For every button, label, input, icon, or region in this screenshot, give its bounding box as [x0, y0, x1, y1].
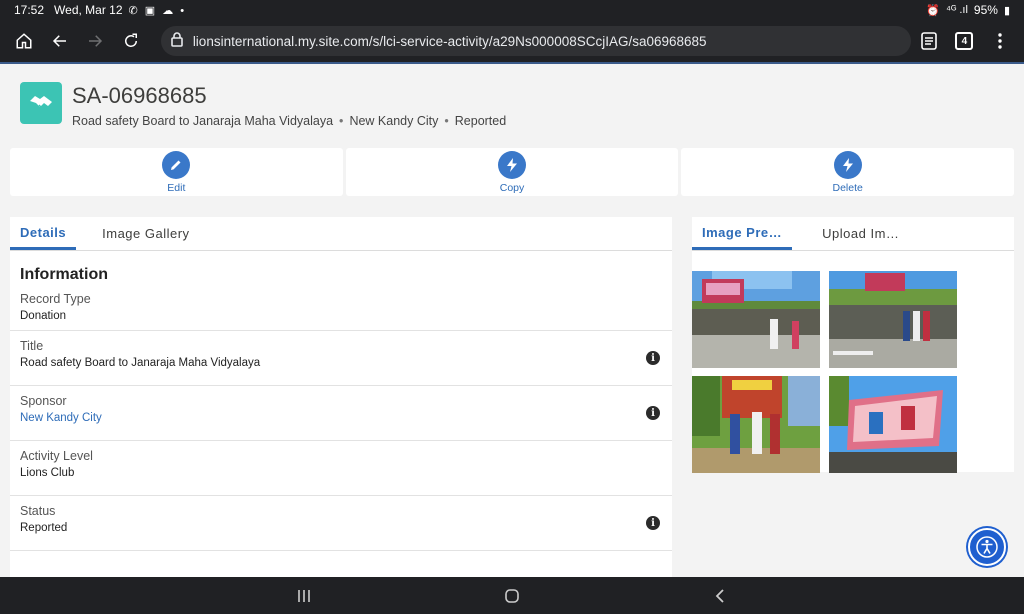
accessibility-button[interactable] [968, 528, 1006, 566]
url-text: lionsinternational.my.site.com/s/lci-ser… [192, 33, 707, 49]
action-bar: Edit Copy Delete [10, 148, 1015, 196]
info-icon[interactable]: i [646, 516, 660, 530]
field-value: Road safety Board to Janaraja Maha Vidya… [20, 357, 261, 369]
lock-icon [171, 32, 183, 50]
status-date: Wed, Mar 12 [54, 3, 123, 17]
tab-image-preview[interactable]: Image Pre… [692, 217, 793, 250]
delete-button[interactable]: Delete [681, 148, 1015, 196]
browser-toolbar: lionsinternational.my.site.com/s/lci-ser… [0, 20, 1024, 62]
field-label: Record Type [20, 292, 91, 306]
edit-button[interactable]: Edit [10, 148, 343, 196]
image-thumbnail[interactable] [692, 271, 820, 368]
back-icon[interactable] [42, 23, 78, 59]
record-subtitle-title: Road safety Board to Janaraja Maha Vidya… [72, 114, 334, 128]
image-thumbnail[interactable] [829, 376, 957, 473]
tab-switcher[interactable]: 4 [947, 23, 983, 59]
field-value: Lions Club [20, 467, 75, 479]
image-thumbnail[interactable] [692, 376, 820, 473]
notification-icons: ✆ ▣ ☁ • [128, 4, 187, 17]
lightning-icon [833, 150, 862, 179]
pencil-icon [162, 150, 191, 179]
lightning-icon [498, 150, 526, 179]
field-value: Reported [20, 522, 68, 534]
battery-level: 95% [973, 3, 998, 17]
record-header: SA-06968685 Road safety Board to Janaraj… [20, 82, 506, 128]
details-tabs: Details Image Gallery [10, 217, 672, 251]
separator-dot: • [339, 114, 344, 128]
sponsor-link[interactable]: New Kandy City [20, 412, 662, 424]
more-menu-icon[interactable] [982, 23, 1018, 59]
home-nav-icon[interactable] [492, 581, 532, 611]
recent-apps-icon[interactable] [284, 581, 324, 611]
alarm-icon: ⏰ [926, 4, 941, 17]
field-label: Status [20, 504, 56, 518]
tab-count: 4 [955, 32, 974, 50]
separator-dot: • [444, 114, 449, 128]
delete-label: Delete [832, 181, 863, 194]
record-subtitle-sponsor: New Kandy City [349, 114, 439, 128]
back-nav-icon[interactable] [700, 581, 740, 611]
home-icon[interactable] [6, 23, 42, 59]
edit-label: Edit [167, 181, 186, 194]
page-content: SA-06968685 Road safety Board to Janaraj… [0, 64, 1024, 577]
info-icon[interactable]: i [646, 351, 660, 365]
field-value: Donation [20, 310, 67, 322]
forward-icon[interactable] [77, 23, 113, 59]
tab-details[interactable]: Details [10, 217, 77, 250]
field-status: Status Reported i [10, 496, 672, 551]
field-label: Activity Level [20, 449, 93, 463]
record-title: SA-06968685 [72, 83, 207, 108]
section-title: Information [20, 266, 108, 283]
copy-button[interactable]: Copy [345, 148, 679, 196]
reader-mode-icon[interactable] [911, 23, 947, 59]
copy-label: Copy [499, 181, 525, 194]
field-activity-level: Activity Level Lions Club [10, 441, 672, 496]
android-nav-bar [0, 577, 1024, 614]
image-thumbnail[interactable] [829, 271, 957, 368]
record-subtitle: Road safety Board to Janaraja Maha Vidya… [72, 114, 506, 128]
info-icon[interactable]: i [646, 406, 660, 420]
field-label: Title [20, 339, 44, 353]
handshake-icon [20, 82, 62, 124]
image-panel: Image Pre… Upload Im… [692, 217, 1014, 473]
details-panel: Details Image Gallery Information Record… [10, 217, 672, 577]
field-sponsor: Sponsor New Kandy City i [10, 386, 672, 441]
field-title: Title Road safety Board to Janaraja Maha… [10, 331, 672, 386]
tab-image-gallery[interactable]: Image Gallery [92, 217, 199, 250]
address-bar[interactable]: lionsinternational.my.site.com/s/lci-ser… [160, 26, 911, 56]
accessibility-icon [976, 536, 998, 558]
status-bar: 17:52 Wed, Mar 12 ✆ ▣ ☁ • ⏰ ⁴ᴳ .ıl 95% ▮ [0, 0, 1024, 20]
field-record-type: Record Type Donation [10, 290, 672, 331]
image-tabs: Image Pre… Upload Im… [692, 217, 1014, 251]
record-subtitle-status: Reported [454, 114, 507, 128]
reload-icon[interactable] [113, 23, 149, 59]
tab-upload-image[interactable]: Upload Im… [812, 217, 909, 250]
battery-icon: ▮ [1003, 4, 1010, 17]
status-time: 17:52 [14, 3, 45, 17]
signal-icon: ⁴ᴳ .ıl [946, 4, 968, 16]
field-label: Sponsor [20, 394, 67, 408]
